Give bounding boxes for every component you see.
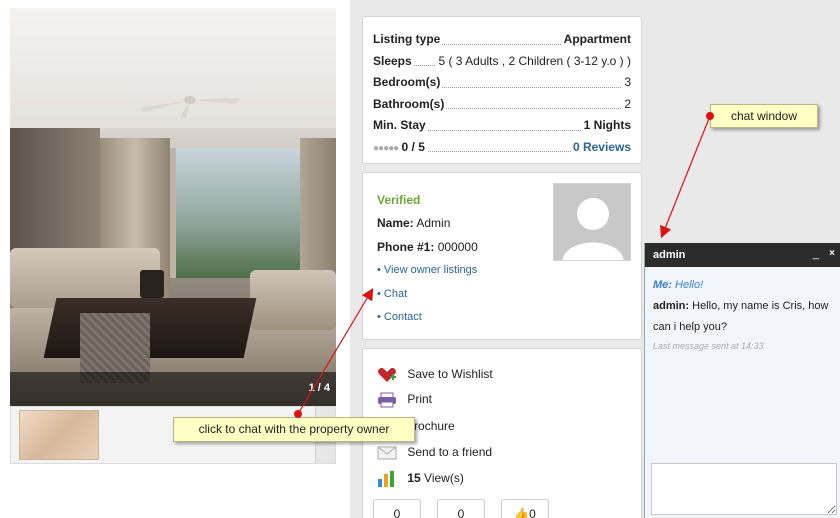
owner-name-value: Admin: [416, 216, 451, 230]
bathrooms-label: Bathroom(s): [373, 96, 447, 111]
wishlist-label: Save to Wishlist: [407, 367, 493, 381]
listing-details-panel: Listing type Appartment Sleeps 5 ( 3 Adu…: [362, 16, 642, 164]
chat-last-sent: Last message sent at 14:33: [653, 341, 764, 351]
photo-sofa-right: [250, 270, 336, 330]
chat-sender-admin: admin:: [653, 300, 690, 312]
photo-window: [170, 148, 310, 278]
heart-icon: [378, 367, 396, 382]
owner-name-label: Name:: [377, 216, 414, 230]
printer-icon: [378, 392, 396, 408]
bathrooms-value: 2: [622, 93, 631, 115]
property-photo[interactable]: [10, 8, 336, 406]
thumbs-up-icon: 👍: [514, 507, 530, 518]
contact-link[interactable]: • Contact: [377, 311, 422, 323]
bedrooms-label: Bedroom(s): [373, 75, 443, 89]
listing-row: Bedroom(s) 3: [373, 72, 631, 94]
avatar-placeholder-icon: [554, 184, 630, 260]
bedrooms-value: 3: [622, 72, 631, 93]
min-stay-value: 1 Nights: [581, 115, 631, 136]
reviews-link[interactable]: 0 Reviews: [570, 136, 631, 158]
view-owner-listings-link[interactable]: • View owner listings: [377, 264, 477, 276]
minimize-icon[interactable]: _: [813, 248, 819, 260]
owner-avatar: [553, 183, 631, 261]
envelope-icon: [377, 446, 397, 460]
vote-button[interactable]: 0: [437, 499, 485, 518]
listing-row: Bathroom(s) 2: [373, 93, 631, 116]
views-label: View(s): [424, 471, 464, 485]
gallery-counter: 1 / 4: [308, 382, 330, 394]
photo-lamp: [140, 270, 164, 298]
owner-name: Name: Admin: [377, 216, 450, 230]
chat-messages: Me: Hello! admin: Hello, my name is Cris…: [653, 275, 835, 354]
verified-badge: Verified: [377, 193, 421, 207]
chat-sender-me: Me:: [653, 279, 672, 291]
save-to-wishlist-button[interactable]: Save to Wishlist: [377, 364, 493, 384]
rating-circles-icon: ●●●●●: [373, 142, 399, 154]
ceiling-fan-graphic: [140, 96, 240, 118]
owner-phone: Phone #1: 000000: [377, 240, 478, 254]
like-count: 0: [529, 507, 536, 518]
chat-link[interactable]: • Chat: [377, 288, 407, 300]
listing-row: Sleeps 5 ( 3 Adults , 2 Children ( 3-12 …: [373, 50, 631, 73]
bar-chart-icon: [378, 470, 394, 487]
gallery-counter-bar: 1 / 4: [10, 372, 336, 406]
listing-type-value: Appartment: [561, 29, 631, 50]
print-button[interactable]: Print: [377, 389, 432, 409]
like-button[interactable]: 👍0: [501, 499, 549, 518]
send-to-friend-label: Send to a friend: [407, 445, 493, 459]
close-icon[interactable]: ×: [829, 248, 835, 259]
chat-message-me: Me: Hello!: [653, 275, 835, 296]
rating-row: ●●●●● 0 / 5 0 Reviews: [373, 136, 631, 159]
views-count: 15: [407, 471, 421, 485]
listing-row: Min. Stay 1 Nights: [373, 115, 631, 137]
thumbnail-image[interactable]: [19, 410, 99, 460]
photo-coffee-table: [43, 298, 257, 358]
views-counter: 15 View(s): [377, 468, 464, 488]
send-to-friend-button[interactable]: Send to a friend: [377, 442, 492, 462]
listing-row: Listing type Appartment: [373, 29, 631, 51]
chat-text-me: Hello!: [675, 279, 704, 291]
owner-phone-value: 000000: [437, 240, 478, 254]
chat-title: admin: [653, 249, 686, 261]
rating-score: 0 / 5: [401, 139, 425, 154]
chat-link-callout: click to chat with the property owner: [173, 417, 415, 442]
chat-input[interactable]: [651, 463, 837, 515]
owner-phone-label: Phone #1:: [377, 240, 435, 254]
sleeps-value: 5 ( 3 Adults , 2 Children ( 3-12 y.o ) ): [436, 50, 631, 72]
owner-panel: Verified Name: Admin Phone #1: 000000 • …: [362, 172, 642, 340]
min-stay-label: Min. Stay: [373, 118, 428, 132]
chat-window-callout: chat window: [710, 104, 818, 128]
sleeps-label: Sleeps: [373, 53, 414, 68]
vote-button[interactable]: 0: [373, 499, 421, 518]
listing-type-label: Listing type: [373, 32, 443, 46]
print-label: Print: [407, 392, 433, 406]
chat-header: admin _ ×: [645, 243, 840, 267]
chat-window: admin _ × Me: Hello! admin: Hello, my na…: [644, 243, 840, 518]
chat-message-admin: admin: Hello, my name is Cris, how can i…: [653, 296, 835, 338]
